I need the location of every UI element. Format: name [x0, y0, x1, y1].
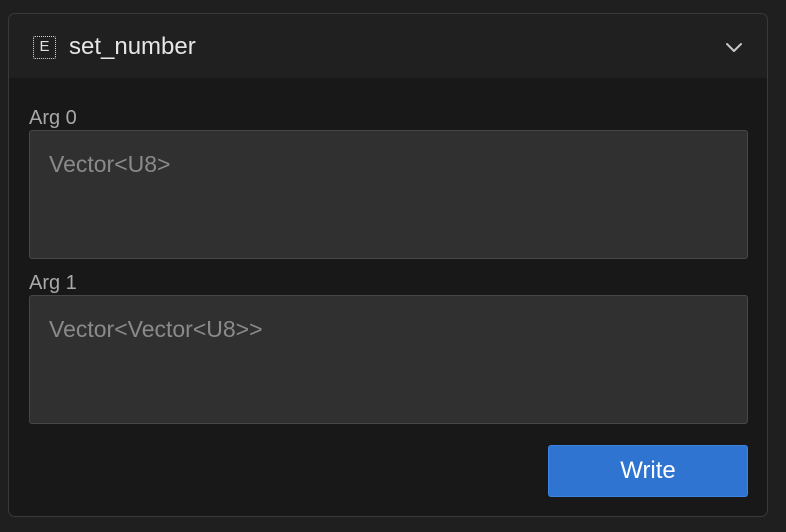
arg-1-input[interactable]: [29, 295, 748, 424]
arg-1-label: Arg 1: [29, 272, 77, 294]
function-card-header[interactable]: E set_number: [9, 14, 767, 78]
write-button[interactable]: Write: [548, 445, 748, 497]
function-title: set_number: [69, 33, 196, 60]
arg-0-input[interactable]: [29, 130, 748, 259]
arg-0-label: Arg 0: [29, 107, 77, 129]
function-card: E set_number Arg 0 Arg 1 Write: [8, 13, 768, 517]
chevron-down-icon[interactable]: [723, 36, 745, 58]
entry-function-icon: E: [33, 36, 56, 59]
